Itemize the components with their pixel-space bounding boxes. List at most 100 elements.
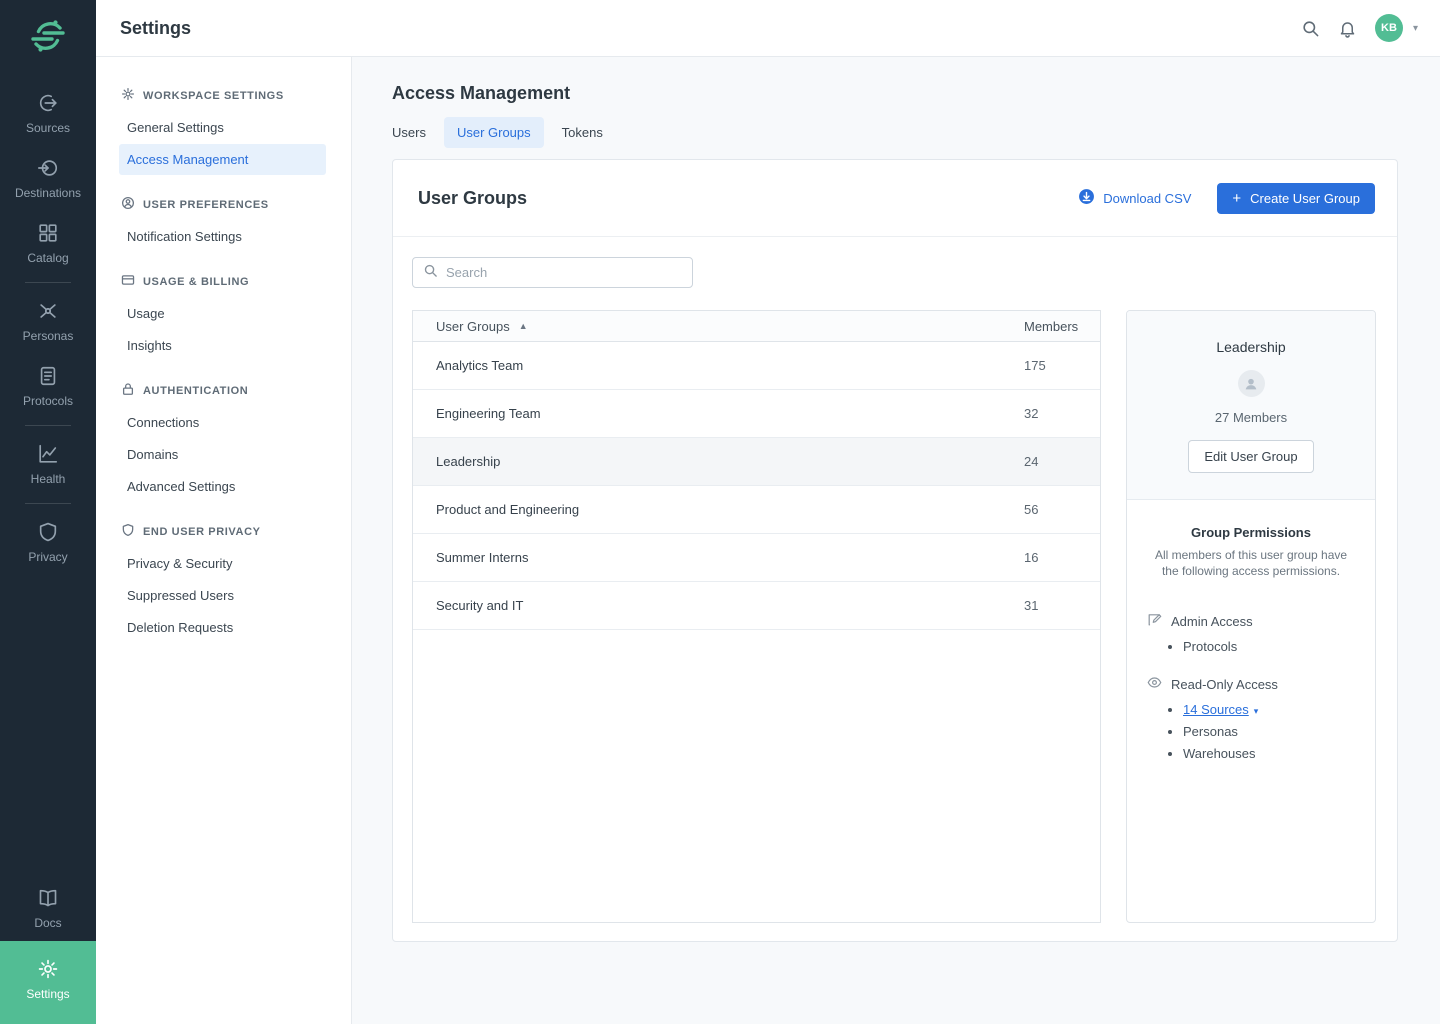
- tab-tokens[interactable]: Tokens: [549, 117, 616, 148]
- nav-item-connections[interactable]: Connections: [119, 407, 326, 438]
- sidebar-item-privacy[interactable]: Privacy: [0, 510, 96, 575]
- search-input[interactable]: [446, 265, 682, 280]
- edit-user-group-button[interactable]: Edit User Group: [1188, 440, 1313, 473]
- topbar: Settings KB ▾: [96, 0, 1440, 57]
- privacy-icon: [37, 521, 59, 543]
- sort-asc-caret-icon[interactable]: ▲: [519, 321, 528, 331]
- readonly-access-list: 14 Sources ▾ Personas Warehouses: [1147, 702, 1355, 761]
- group-name: Engineering Team: [436, 406, 1024, 421]
- nav-section-workspace-settings: Workspace Settings General Settings Acce…: [96, 79, 351, 175]
- table-row[interactable]: Analytics Team 175: [413, 342, 1100, 390]
- group-members-count: 16: [1024, 550, 1084, 565]
- group-members-count: 32: [1024, 406, 1084, 421]
- sources-count-link[interactable]: 14 Sources: [1183, 702, 1249, 717]
- user-groups-table: User Groups ▲ Members Analytics Team 175: [412, 310, 1101, 923]
- chevron-down-icon[interactable]: ▾: [1254, 706, 1259, 716]
- gear-icon: [121, 87, 135, 104]
- shield-icon: [121, 523, 135, 540]
- admin-access-label: Admin Access: [1171, 614, 1253, 629]
- segment-logo-icon[interactable]: [30, 18, 66, 59]
- profile-menu-caret-icon[interactable]: ▾: [1413, 23, 1418, 34]
- permission-item: Protocols: [1183, 639, 1355, 654]
- nav-item-suppressed-users[interactable]: Suppressed Users: [119, 580, 326, 611]
- sidebar-item-sources[interactable]: Sources: [0, 81, 96, 146]
- page-title: Access Management: [392, 83, 1398, 104]
- permissions-title: Group Permissions: [1147, 525, 1355, 540]
- nav-section-header: Workspace Settings: [96, 79, 351, 111]
- admin-access-group: Admin Access Protocols: [1147, 612, 1355, 654]
- tab-user-groups[interactable]: User Groups: [444, 117, 544, 148]
- admin-access-list: Protocols: [1147, 639, 1355, 654]
- group-members-count: 31: [1024, 598, 1084, 613]
- table-row[interactable]: Product and Engineering 56: [413, 486, 1100, 534]
- nav-item-access-management[interactable]: Access Management: [119, 144, 326, 175]
- eye-icon: [1147, 675, 1162, 693]
- nav-item-privacy-security[interactable]: Privacy & Security: [119, 548, 326, 579]
- group-members-count: 175: [1024, 358, 1084, 373]
- sidebar-item-label: Protocols: [23, 394, 73, 408]
- protocols-icon: [37, 365, 59, 387]
- sidebar-item-label: Destinations: [15, 186, 81, 200]
- sidebar-item-label: Docs: [34, 916, 61, 930]
- group-members-count: 24: [1024, 454, 1084, 469]
- nav-section-header: Authentication: [96, 374, 351, 406]
- sidebar-item-docs[interactable]: Docs: [0, 876, 96, 941]
- group-members-count: 56: [1024, 502, 1084, 517]
- table-row[interactable]: Engineering Team 32: [413, 390, 1100, 438]
- table-row[interactable]: Security and IT 31: [413, 582, 1100, 630]
- permission-item: Warehouses: [1183, 746, 1355, 761]
- group-name: Summer Interns: [436, 550, 1024, 565]
- nav-section-title: User Preferences: [143, 199, 269, 211]
- nav-section-usage-billing: Usage & Billing Usage Insights: [96, 265, 351, 361]
- nav-item-general-settings[interactable]: General Settings: [119, 112, 326, 143]
- nav-section-title: Usage & Billing: [143, 276, 249, 288]
- group-permissions: Group Permissions All members of this us…: [1127, 500, 1375, 793]
- nav-section-end-user-privacy: End User Privacy Privacy & Security Supp…: [96, 515, 351, 643]
- health-icon: [37, 443, 59, 465]
- tab-users[interactable]: Users: [379, 117, 439, 148]
- group-name: Security and IT: [436, 598, 1024, 613]
- nav-item-deletion-requests[interactable]: Deletion Requests: [119, 612, 326, 643]
- sidebar-item-health[interactable]: Health: [0, 432, 96, 497]
- table-row-selected[interactable]: Leadership 24: [413, 438, 1100, 486]
- search-icon[interactable]: [1301, 19, 1320, 38]
- nav-section-title: End User Privacy: [143, 526, 261, 538]
- page-header-title: Settings: [120, 18, 191, 39]
- download-icon: [1078, 188, 1095, 208]
- card-icon: [121, 273, 135, 290]
- nav-item-usage[interactable]: Usage: [119, 298, 326, 329]
- group-members-label: 27 Members: [1143, 410, 1359, 425]
- permission-item: Personas: [1183, 724, 1355, 739]
- readonly-access-label: Read-Only Access: [1171, 677, 1278, 692]
- docs-icon: [37, 887, 59, 909]
- nav-section-title: Workspace Settings: [143, 90, 284, 102]
- sidebar-item-settings[interactable]: Settings: [0, 941, 96, 1024]
- tabs: Users User Groups Tokens: [379, 117, 1398, 148]
- lock-icon: [121, 382, 135, 399]
- sidebar-item-personas[interactable]: Personas: [0, 289, 96, 354]
- search-box: [412, 257, 693, 288]
- download-csv-button[interactable]: Download CSV: [1078, 188, 1191, 208]
- group-name: Product and Engineering: [436, 502, 1024, 517]
- column-header-user-groups[interactable]: User Groups ▲: [436, 319, 1024, 334]
- personas-icon: [37, 300, 59, 322]
- sidebar-bottom: Docs Settings: [0, 876, 96, 1024]
- nav-item-domains[interactable]: Domains: [119, 439, 326, 470]
- table-row[interactable]: Summer Interns 16: [413, 534, 1100, 582]
- create-user-group-button[interactable]: + Create User Group: [1217, 183, 1375, 214]
- sidebar-item-destinations[interactable]: Destinations: [0, 146, 96, 211]
- user-groups-card: User Groups Download: [392, 159, 1398, 942]
- group-name: Leadership: [1143, 339, 1359, 355]
- nav-item-notification-settings[interactable]: Notification Settings: [119, 221, 326, 252]
- nav-item-advanced-settings[interactable]: Advanced Settings: [119, 471, 326, 502]
- card-title: User Groups: [418, 188, 527, 209]
- nav-section-user-preferences: User Preferences Notification Settings: [96, 188, 351, 252]
- nav-item-insights[interactable]: Insights: [119, 330, 326, 361]
- group-avatar-icon: [1238, 370, 1265, 397]
- sidebar-item-protocols[interactable]: Protocols: [0, 354, 96, 419]
- avatar[interactable]: KB: [1375, 14, 1403, 42]
- app-sidebar: Sources Destinations Catalog Personas: [0, 0, 96, 1024]
- sidebar-item-catalog[interactable]: Catalog: [0, 211, 96, 276]
- nav-section-header: End User Privacy: [96, 515, 351, 547]
- notifications-bell-icon[interactable]: [1338, 19, 1357, 38]
